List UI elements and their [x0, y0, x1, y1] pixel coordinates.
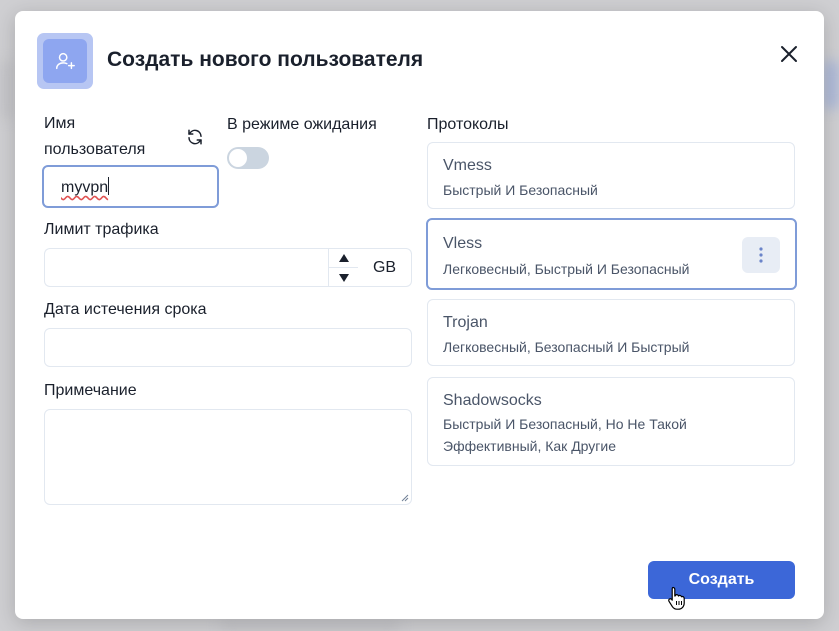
traffic-stepper: [328, 248, 359, 287]
traffic-limit-label: Лимит трафика: [44, 221, 159, 238]
hand-pointer-cursor-icon: [668, 586, 685, 610]
protocol-card-vless[interactable]: Vless Легковесный, Быстрый И Безопасный: [426, 218, 797, 290]
traffic-unit: GB: [358, 248, 412, 287]
protocols-label: Протоколы: [427, 116, 509, 133]
create-user-modal: Создать нового пользователя Имя пользова…: [15, 11, 824, 619]
more-vertical-icon: [759, 247, 763, 263]
protocol-description: Легковесный, Быстрый И Безопасный: [443, 261, 690, 277]
on-hold-label: В режиме ожидания: [227, 116, 377, 133]
expiry-date-label: Дата истечения срока: [44, 301, 207, 318]
resize-grip-icon[interactable]: [401, 494, 409, 502]
protocol-card-trojan[interactable]: Trojan Легковесный, Безопасный И Быстрый: [427, 299, 795, 366]
username-value: myvpn: [61, 179, 109, 196]
traffic-limit-input[interactable]: [44, 248, 332, 287]
note-label: Примечание: [44, 382, 137, 399]
protocol-description: Быстрый И Безопасный, Но Не Такой Эффект…: [443, 416, 687, 454]
triangle-up-icon: [338, 254, 349, 262]
modal-title: Создать нового пользователя: [107, 48, 424, 71]
note-textarea[interactable]: [44, 409, 412, 505]
expiry-date-input[interactable]: [44, 328, 412, 367]
protocol-name: Vmess: [443, 157, 492, 174]
protocol-card-shadowsocks[interactable]: Shadowsocks Быстрый И Безопасный, Но Не …: [427, 377, 795, 466]
close-button[interactable]: [776, 41, 802, 67]
protocol-description: Легковесный, Безопасный И Быстрый: [443, 339, 690, 355]
text-caret: [108, 177, 110, 195]
toggle-knob: [229, 149, 247, 167]
triangle-down-icon: [338, 273, 349, 282]
increment-button[interactable]: [329, 249, 358, 268]
decrement-button[interactable]: [329, 268, 358, 287]
protocol-card-vmess[interactable]: Vmess Быстрый И Безопасный: [427, 142, 795, 209]
header-icon-container: [37, 33, 93, 89]
username-input[interactable]: myvpn: [42, 165, 219, 208]
protocol-name: Vless: [443, 235, 483, 252]
username-label: Имя пользователя: [44, 115, 146, 158]
protocol-name: Trojan: [443, 314, 488, 331]
on-hold-toggle[interactable]: [227, 147, 269, 169]
protocol-description: Быстрый И Безопасный: [443, 182, 598, 198]
protocol-name: Shadowsocks: [443, 392, 542, 409]
user-plus-icon: [56, 52, 75, 70]
close-icon: [781, 46, 797, 62]
refresh-icon[interactable]: [186, 128, 204, 146]
protocol-settings-button[interactable]: [742, 237, 780, 273]
